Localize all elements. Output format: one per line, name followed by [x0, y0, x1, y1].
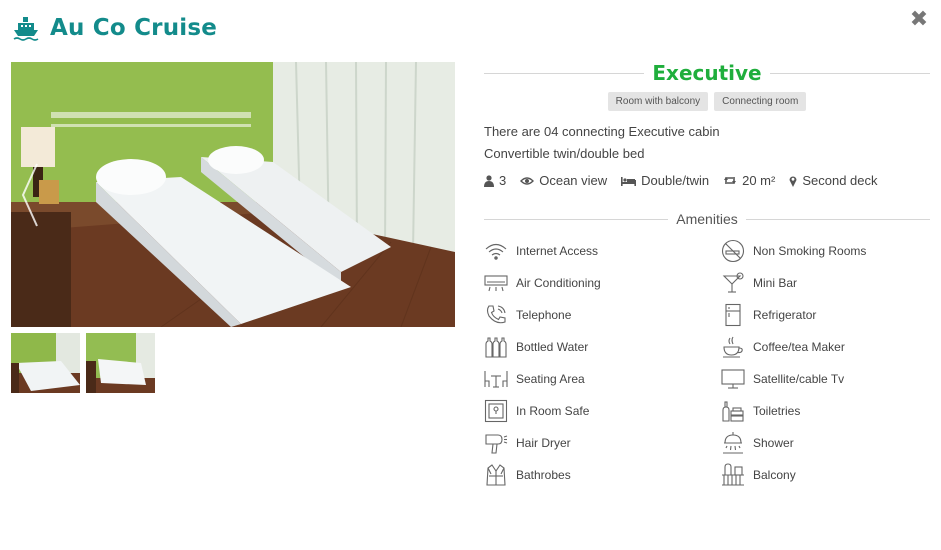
amenity-air-conditioning: Air Conditioning — [484, 270, 721, 296]
water-bottles-icon — [485, 337, 507, 358]
amenity-label: Refrigerator — [753, 308, 817, 322]
amenity-label: Internet Access — [516, 244, 599, 258]
chevron-left-icon[interactable] — [19, 160, 41, 230]
cabin-description: There are 04 connecting Executive cabin … — [484, 121, 930, 165]
divider — [484, 218, 669, 220]
spec-size-value: 20 m² — [742, 173, 776, 188]
divider — [484, 72, 645, 74]
thumbnail-2[interactable] — [86, 333, 155, 393]
user-icon — [484, 174, 494, 187]
air-conditioner-icon — [484, 275, 508, 292]
spec-bed-value: Double/twin — [641, 173, 710, 188]
amenity-balcony: Balcony — [721, 462, 930, 488]
amenity-hair-dryer: Hair Dryer — [484, 430, 721, 456]
amenity-bathrobes: Bathrobes — [484, 462, 721, 488]
amenities-title: Amenities — [676, 211, 738, 227]
wifi-icon — [485, 243, 507, 260]
spec-deck: Second deck — [789, 173, 878, 188]
close-icon[interactable]: ✖ — [909, 9, 929, 31]
spec-size: 20 m² — [723, 173, 775, 188]
description-line: There are 04 connecting Executive cabin — [484, 124, 720, 139]
cabin-specs: 3 Ocean view Double/twin 20 m² Second de… — [484, 173, 930, 188]
retweet-icon — [724, 177, 737, 184]
divider — [769, 72, 930, 74]
table-chairs-icon — [484, 371, 508, 388]
cabin-name: Executive — [652, 61, 762, 85]
amenity-telephone: Telephone — [484, 302, 721, 328]
amenity-label: Seating Area — [516, 372, 585, 386]
cabin-tags: Room with balcony Connecting room — [484, 92, 930, 111]
amenity-internet-access: Internet Access — [484, 238, 721, 264]
amenity-label: Satellite/cable Tv — [753, 372, 845, 386]
spec-view: Ocean view — [520, 173, 607, 188]
amenity-label: Hair Dryer — [516, 436, 571, 450]
amenity-label: Shower — [753, 436, 794, 450]
no-smoking-icon — [721, 239, 745, 263]
cabin-main-photo — [11, 62, 455, 327]
amenity-toiletries: Toiletries — [721, 398, 930, 424]
shower-icon — [723, 432, 743, 454]
amenity-label: Telephone — [516, 308, 572, 322]
amenity-refrigerator: Refrigerator — [721, 302, 930, 328]
tag-badge: Connecting room — [714, 92, 807, 111]
amenity-label: Air Conditioning — [516, 276, 601, 290]
cabin-details: Executive Room with balcony Connecting r… — [484, 58, 930, 488]
amenity-label: Coffee/tea Maker — [753, 340, 845, 354]
hair-dryer-icon — [485, 434, 508, 454]
amenity-in-room-safe: In Room Safe — [484, 398, 721, 424]
spec-guests-value: 3 — [499, 173, 507, 188]
amenity-label: Bottled Water — [516, 340, 589, 354]
safe-icon — [484, 399, 508, 423]
amenity-label: Non Smoking Rooms — [753, 244, 867, 258]
thumbnail-1[interactable] — [11, 333, 80, 393]
refrigerator-icon — [725, 303, 741, 327]
divider — [745, 218, 930, 220]
amenity-coffee-tea-maker: Coffee/tea Maker — [721, 334, 930, 360]
page-title: Au Co Cruise — [50, 15, 218, 41]
amenity-label: Mini Bar — [753, 276, 798, 290]
amenity-seating-area: Seating Area — [484, 366, 721, 392]
amenity-bottled-water: Bottled Water — [484, 334, 721, 360]
amenity-label: In Room Safe — [516, 404, 590, 418]
cabin-heading: Executive — [484, 58, 930, 88]
amenities-list: Internet Access Non Smoking Rooms Air Co… — [484, 238, 930, 488]
amenity-label: Toiletries — [753, 404, 801, 418]
amenity-satellite-tv: Satellite/cable Tv — [721, 366, 930, 392]
cocktail-glass-icon — [722, 272, 744, 293]
spec-guests: 3 — [484, 173, 506, 188]
amenities-heading: Amenities — [484, 210, 930, 228]
thumbnail-strip — [11, 333, 155, 393]
spec-deck-value: Second deck — [802, 173, 878, 188]
spec-view-value: Ocean view — [539, 173, 608, 188]
ship-icon — [13, 17, 39, 41]
amenity-label: Balcony — [753, 468, 796, 482]
amenity-shower: Shower — [721, 430, 930, 456]
telephone-icon — [486, 305, 506, 324]
toiletries-icon — [722, 401, 744, 422]
description-line: Convertible twin/double bed — [484, 146, 645, 161]
map-marker-icon — [789, 176, 797, 187]
amenity-label: Bathrobes — [516, 468, 571, 482]
modal-header: Au Co Cruise — [12, 14, 217, 42]
spec-bed: Double/twin — [621, 173, 709, 188]
bathrobe-icon — [486, 464, 506, 486]
coffee-cup-icon — [723, 336, 743, 358]
bed-icon — [621, 176, 637, 186]
amenity-mini-bar: Mini Bar — [721, 270, 930, 296]
tag-badge: Room with balcony — [607, 92, 709, 111]
eye-icon — [520, 176, 535, 185]
amenity-non-smoking: Non Smoking Rooms — [721, 238, 930, 264]
tv-icon — [721, 369, 745, 389]
balcony-icon — [722, 463, 744, 486]
